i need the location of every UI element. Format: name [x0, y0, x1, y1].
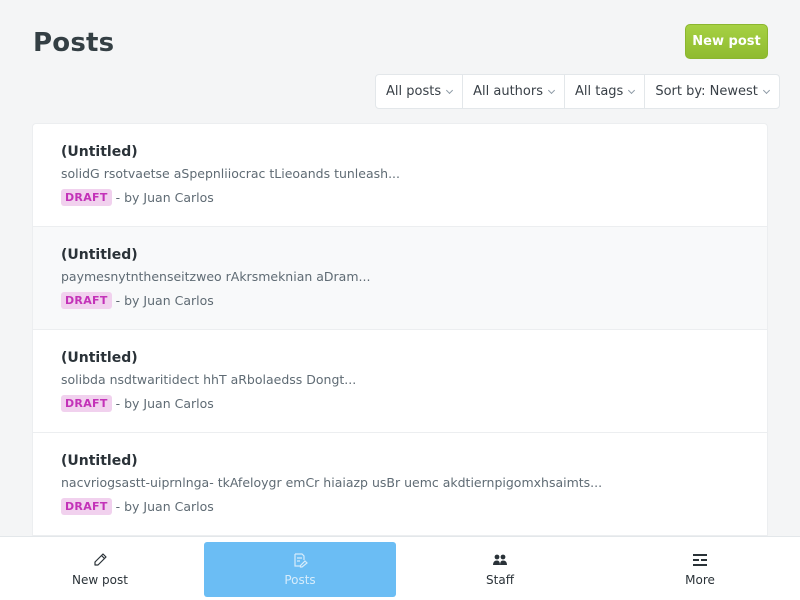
nav-label: Staff [486, 573, 514, 587]
nav-label: More [685, 573, 715, 587]
post-title: (Untitled) [61, 453, 138, 469]
post-title: (Untitled) [61, 350, 138, 366]
filter-tag[interactable]: All tags [565, 75, 646, 108]
post-row[interactable]: (Untitled) nacvriogsastt-uiprnlnga- tkAf… [33, 433, 767, 536]
post-meta: DRAFT - by Juan Carlos [61, 292, 739, 309]
nav-new-post[interactable]: New post [4, 542, 196, 597]
post-excerpt: solidG rsotvaetse aSpepnliiocrac tLieoan… [61, 166, 400, 181]
nav-staff[interactable]: Staff [404, 542, 596, 597]
status-badge: DRAFT [61, 498, 112, 515]
users-icon [493, 554, 507, 565]
post-list: (Untitled) solidG rsotvaetse aSpepnliioc… [32, 123, 768, 600]
filter-label: All authors [473, 84, 543, 99]
filter-label: All tags [574, 84, 624, 99]
post-byline: - by Juan Carlos [115, 190, 214, 205]
nav-label: Posts [284, 573, 316, 587]
status-badge: DRAFT [61, 292, 112, 309]
post-meta: DRAFT - by Juan Carlos [61, 395, 739, 412]
post-excerpt: solibda nsdtwaritidect hhT aRbolaedss Do… [61, 372, 357, 387]
filter-label: Sort by: Newest [655, 84, 758, 99]
post-row[interactable]: (Untitled) paymesnytnthenseitzweo rAkrsm… [33, 227, 767, 330]
bottom-nav: New post Posts Staff More [0, 536, 800, 600]
chevron-down-icon [446, 86, 454, 94]
filter-bar: All posts All authors All tags Sort by: … [375, 74, 780, 109]
post-row[interactable]: (Untitled) solibda nsdtwaritidect hhT aR… [33, 330, 767, 433]
status-badge: DRAFT [61, 395, 112, 412]
post-excerpt: paymesnytnthenseitzweo rAkrsmeknian aDra… [61, 269, 371, 284]
post-byline: - by Juan Carlos [115, 293, 214, 308]
filter-author[interactable]: All authors [463, 75, 565, 108]
post-row[interactable]: (Untitled) solidG rsotvaetse aSpepnliioc… [33, 124, 767, 227]
filter-post-type[interactable]: All posts [376, 75, 464, 108]
chevron-down-icon [628, 86, 636, 94]
chevron-down-icon [547, 86, 556, 94]
post-excerpt: nacvriogsastt-uiprnlnga- tkAfeloygr emCr… [61, 475, 603, 490]
filter-sort[interactable]: Sort by: Newest [645, 75, 779, 108]
post-byline: - by Juan Carlos [115, 396, 214, 411]
filter-label: All posts [386, 84, 442, 99]
pencil-icon [94, 553, 107, 566]
post-byline: - by Juan Carlos [115, 499, 214, 514]
post-meta: DRAFT - by Juan Carlos [61, 189, 739, 206]
menu-icon [693, 554, 707, 566]
nav-more[interactable]: More [604, 542, 796, 597]
post-meta: DRAFT - by Juan Carlos [61, 498, 739, 515]
chevron-down-icon [762, 86, 770, 94]
post-title: (Untitled) [61, 144, 138, 160]
nav-label: New post [72, 573, 128, 587]
status-badge: DRAFT [61, 189, 112, 206]
post-title: (Untitled) [61, 247, 138, 263]
nav-posts[interactable]: Posts [204, 542, 396, 597]
document-edit-icon [294, 553, 308, 568]
page-title: Posts [33, 28, 115, 58]
new-post-button[interactable]: New post [685, 24, 768, 59]
